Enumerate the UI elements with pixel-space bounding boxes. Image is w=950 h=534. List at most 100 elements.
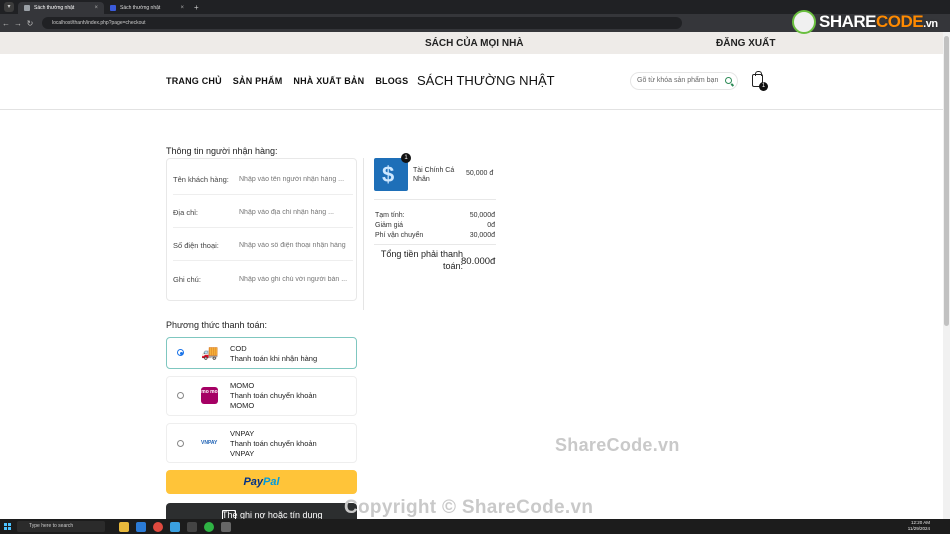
search-input[interactable]: Gõ từ khóa sản phẩm bạn [630, 72, 738, 90]
discount-row: Giảm giá 0đ [375, 222, 495, 229]
payment-option-cod[interactable]: 🚚 COD Thanh toán khi nhận hàng [166, 337, 357, 369]
back-icon[interactable]: ← [0, 19, 12, 28]
clock-date: 11/29/2024 [907, 526, 930, 531]
name-field[interactable]: Nhập vào tên người nhận hàng ... [239, 176, 353, 183]
site-logo[interactable]: SÁCH THƯỜNG NHẬT [417, 73, 555, 88]
payment-name: COD [230, 344, 247, 353]
note-field[interactable]: Nhập vào ghi chú với người bán ... [239, 276, 353, 283]
watermark-logo: SHARECODE.vn [792, 10, 938, 34]
logo-share: SHARE [819, 12, 877, 31]
terminal-icon[interactable] [187, 521, 197, 532]
page-scrollbar[interactable] [943, 32, 950, 519]
radio-momo[interactable] [177, 392, 184, 399]
delivery-truck-icon: 🚚 [201, 344, 219, 360]
payment-desc-2: MOMO [230, 401, 255, 410]
app-icon[interactable] [221, 521, 231, 532]
top-banner: SÁCH CỦA MỌI NHÀ ĐĂNG XUẤT [0, 32, 943, 54]
payment-name: VNPAY [230, 429, 255, 438]
forward-icon[interactable]: → [12, 19, 24, 28]
paypal-button[interactable]: PayPal [166, 470, 357, 494]
vscode-icon[interactable] [136, 521, 146, 532]
shipping-value: 30,000đ [469, 232, 495, 239]
note-field-row: Ghi chú: Nhập vào ghi chú với người bán … [173, 264, 353, 294]
divider [374, 244, 496, 245]
sharecode-logo-icon [792, 10, 816, 34]
app-icon[interactable] [170, 521, 180, 532]
payment-name: MOMO [230, 381, 255, 390]
recipient-form: Tên khách hàng: Nhập vào tên người nhận … [166, 158, 357, 301]
close-icon[interactable]: × [94, 5, 98, 11]
app-icon[interactable] [204, 521, 214, 532]
phone-field-row: Số điện thoại: Nhập vào số điện thoại nh… [173, 231, 353, 261]
field-label: Ghi chú: [173, 274, 201, 284]
address-field[interactable]: Nhập vào địa chỉ nhận hàng ... [239, 209, 353, 216]
field-label: Tên khách hàng: [173, 175, 229, 184]
product-thumbnail: $ [374, 158, 408, 191]
new-tab-icon[interactable]: + [194, 3, 199, 12]
paypal-logo-a: Pay [243, 476, 264, 488]
scrollbar-thumb[interactable] [944, 36, 949, 326]
payment-text: MOMO Thanh toán chuyển khoản MOMO [230, 381, 317, 411]
windows-start-icon[interactable] [4, 523, 11, 530]
payment-title: Phương thức thanh toán: [166, 320, 268, 330]
field-label: Số điện thoại: [173, 241, 219, 250]
nav-publishers[interactable]: NHÀ XUẤT BẢN [293, 76, 364, 86]
chrome-icon[interactable] [153, 521, 163, 532]
file-explorer-icon[interactable] [119, 521, 129, 532]
tab-title: Sách thường nhật [120, 5, 161, 11]
radio-vnpay[interactable] [177, 440, 184, 447]
field-label: Địa chỉ: [173, 208, 199, 217]
browser-tab-1[interactable]: Sách thường nhật × [18, 2, 104, 14]
name-field-row: Tên khách hàng: Nhập vào tên người nhận … [173, 165, 353, 195]
taskbar-search[interactable]: Type here to search [17, 521, 105, 532]
address-field-row: Địa chỉ: Nhập vào địa chỉ nhận hàng ... [173, 198, 353, 228]
payment-option-momo[interactable]: mo mo MOMO Thanh toán chuyển khoản MOMO [166, 376, 357, 416]
favicon-icon [110, 5, 116, 11]
cart-count-badge: 1 [759, 82, 768, 91]
system-clock[interactable]: 12:20 AM 11/29/2024 [908, 520, 930, 532]
divider [374, 199, 496, 200]
momo-logo-icon: mo mo [201, 387, 218, 404]
favicon-icon [24, 5, 30, 11]
payment-text: COD Thanh toán khi nhận hàng [230, 344, 317, 364]
payment-option-vnpay[interactable]: VNPAY VNPAY Thanh toán chuyển khoản VNPA… [166, 423, 357, 463]
discount-label: Giảm giá [375, 222, 404, 229]
discount-value: 0đ [487, 222, 495, 229]
phone-field[interactable]: Nhập vào số điện thoại nhận hàng [239, 242, 353, 249]
payment-desc: Thanh toán khi nhận hàng [230, 354, 318, 363]
close-icon[interactable]: × [180, 5, 184, 11]
tab-menu-icon[interactable]: ▾ [4, 2, 14, 12]
total-value: 80.000đ [461, 256, 496, 267]
reload-icon[interactable]: ↻ [24, 19, 36, 28]
divider [363, 158, 364, 310]
logo-vn: .vn [923, 18, 938, 30]
browser-tab-2[interactable]: Sách thường nhật × [104, 2, 190, 14]
search-icon[interactable] [725, 77, 732, 84]
slogan: SÁCH CỦA MỌI NHÀ [425, 38, 524, 49]
main-nav: TRANG CHỦ SẢN PHẨM NHÀ XUẤT BẢN BLOGS [166, 76, 408, 86]
search-placeholder: Gõ từ khóa sản phẩm bạn [637, 77, 719, 84]
watermark-logo-text: SHARECODE.vn [819, 12, 938, 32]
nav-home[interactable]: TRANG CHỦ [166, 76, 222, 86]
logout-link[interactable]: ĐĂNG XUẤT [716, 38, 775, 49]
logo-code: CODE [876, 12, 924, 31]
nav-products[interactable]: SẢN PHẨM [233, 76, 283, 86]
subtotal-row: Tạm tính: 50,000đ [375, 212, 495, 219]
dollar-icon: $ [382, 162, 395, 187]
product-name: Tài Chính Cá Nhân [413, 167, 455, 183]
windows-taskbar: Type here to search 12:20 AM 11/29/2024 [0, 519, 950, 534]
subtotal-label: Tạm tính: [375, 212, 405, 219]
payment-text: VNPAY Thanh toán chuyển khoản VNPAY [230, 429, 317, 459]
shipping-row: Phí vận chuyển 30,000đ [375, 232, 495, 239]
recipient-title: Thông tin người nhận hàng: [166, 146, 278, 156]
nav-blogs[interactable]: BLOGS [375, 76, 408, 86]
vnpay-logo-icon: VNPAY [201, 440, 218, 446]
radio-cod[interactable] [177, 349, 184, 356]
tab-title: Sách thường nhật [34, 5, 75, 11]
watermark-center: ShareCode.vn [555, 435, 680, 455]
paypal-logo-b: Pal [263, 476, 280, 488]
site-header: TRANG CHỦ SẢN PHẨM NHÀ XUẤT BẢN BLOGS SÁ… [0, 54, 943, 110]
shipping-label: Phí vận chuyển [375, 232, 424, 239]
url-input[interactable]: localhost/thanh/index.php?page=checkout [42, 17, 682, 29]
payment-desc-2: VNPAY [230, 449, 255, 458]
